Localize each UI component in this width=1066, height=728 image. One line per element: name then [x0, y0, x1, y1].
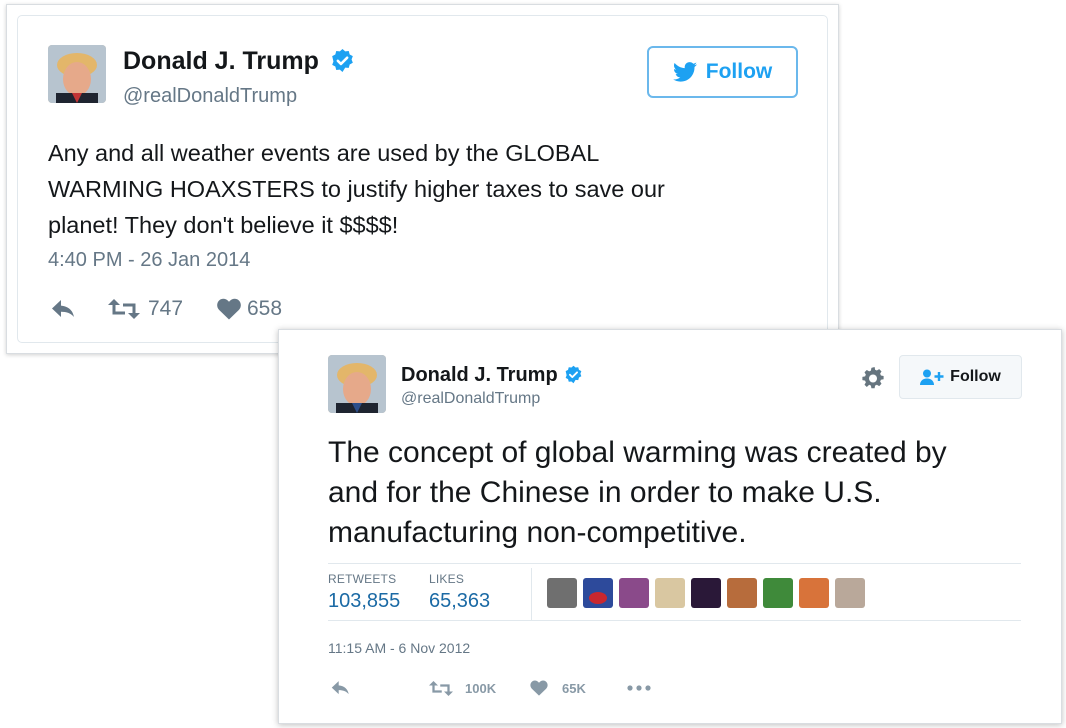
- avatar-image: [328, 355, 386, 413]
- follow-button-label: Follow: [950, 368, 1001, 385]
- avatar-image: [48, 45, 106, 103]
- like-action[interactable]: 65K: [530, 680, 586, 696]
- gear-icon: [862, 367, 884, 389]
- likes-label: LIKES: [429, 572, 465, 586]
- liker-avatar[interactable]: [583, 578, 613, 608]
- retweets-label: RETWEETS: [328, 572, 397, 586]
- heart-icon: [530, 680, 548, 696]
- retweet-count: 747: [148, 297, 184, 320]
- reply-action[interactable]: [331, 680, 351, 696]
- liker-avatar[interactable]: [835, 578, 865, 608]
- add-user-icon: [920, 369, 944, 385]
- like-count: 65K: [562, 680, 586, 696]
- liker-avatar[interactable]: [763, 578, 793, 608]
- liker-avatar[interactable]: [799, 578, 829, 608]
- tweet-timestamp[interactable]: 4:40 PM - 26 Jan 2014: [48, 249, 250, 272]
- reply-icon: [331, 681, 349, 695]
- liker-avatar[interactable]: [619, 578, 649, 608]
- follow-button[interactable]: Follow: [899, 355, 1022, 399]
- liker-avatar[interactable]: [547, 578, 577, 608]
- like-action[interactable]: 658: [217, 297, 282, 321]
- tweet-text: The concept of global warming was create…: [328, 436, 947, 549]
- like-count: 658: [247, 297, 283, 320]
- tweet-card-2: Donald J. Trump @realDonaldTrump Follow …: [278, 329, 1062, 724]
- follow-button[interactable]: Follow: [647, 46, 798, 98]
- author-name[interactable]: Donald J. Trump: [401, 364, 583, 387]
- stats-bottom-divider: [328, 620, 1021, 621]
- verified-badge-icon: [332, 48, 353, 72]
- liker-avatar[interactable]: [727, 578, 757, 608]
- tweet-text: Any and all weather events are used by t…: [48, 140, 665, 238]
- retweet-icon: [108, 299, 140, 319]
- liker-avatar[interactable]: [691, 578, 721, 608]
- author-name-text: Donald J. Trump: [401, 364, 558, 386]
- settings-button[interactable]: [861, 366, 885, 390]
- stats-top-divider: [328, 563, 1021, 564]
- reply-icon: [52, 300, 74, 317]
- liker-avatar[interactable]: [655, 578, 685, 608]
- more-icon: [627, 685, 651, 691]
- retweets-value[interactable]: 103,855: [328, 590, 400, 613]
- more-action[interactable]: [627, 685, 651, 691]
- tweet-card-1: Donald J. Trump @realDonaldTrump Follow …: [6, 4, 839, 354]
- verified-badge-icon: [565, 365, 582, 383]
- stats-vertical-divider: [531, 568, 532, 620]
- twitter-bird-icon: [672, 62, 697, 82]
- author-handle[interactable]: @realDonaldTrump: [123, 85, 297, 108]
- likes-value[interactable]: 65,363: [429, 590, 490, 613]
- author-handle[interactable]: @realDonaldTrump: [401, 390, 540, 408]
- author-avatar[interactable]: [48, 45, 106, 103]
- follow-button-label: Follow: [705, 60, 773, 83]
- author-name[interactable]: Donald J. Trump: [123, 47, 355, 76]
- retweet-count: 100K: [465, 681, 497, 696]
- retweet-action[interactable]: 747: [108, 297, 183, 321]
- reply-action[interactable]: [51, 299, 77, 319]
- retweet-icon: [429, 681, 453, 696]
- author-avatar[interactable]: [328, 355, 386, 413]
- retweet-action[interactable]: 100K: [429, 680, 496, 697]
- author-name-text: Donald J. Trump: [123, 47, 319, 75]
- tweet-timestamp[interactable]: 11:15 AM - 6 Nov 2012: [328, 640, 470, 656]
- heart-icon: [217, 298, 241, 320]
